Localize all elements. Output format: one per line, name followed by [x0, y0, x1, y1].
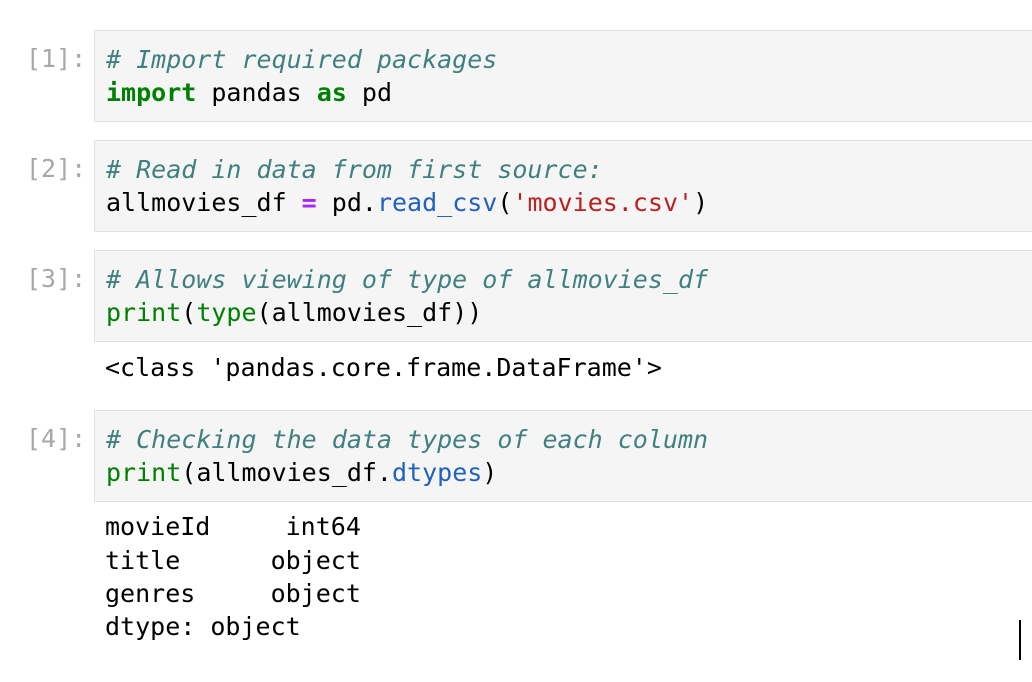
text-cursor	[1019, 620, 1021, 660]
code-line: allmovies_df = pd.read_csv('movies.csv')	[106, 186, 708, 219]
assign-operator: =	[301, 188, 317, 217]
cell-prompt: [3]:	[26, 264, 87, 293]
keyword-as: as	[316, 78, 347, 107]
builtin-print: print	[106, 458, 182, 487]
code-comment: # Checking the data types of each column	[106, 425, 709, 454]
paren-open: (	[497, 188, 513, 217]
code-comment: # Import required packages	[106, 45, 498, 74]
cell-prompt: [1]:	[26, 44, 87, 73]
notebook-cell-4[interactable]: [4]: # Checking the data types of each c…	[0, 410, 1032, 650]
call-argument: (allmovies_df.	[181, 458, 392, 487]
object-ref: pd.	[316, 188, 377, 217]
output-line: genres object	[105, 579, 361, 608]
code-line: # Read in data from first source:	[106, 153, 603, 186]
builtin-print: print	[106, 298, 182, 327]
notebook-cell-2[interactable]: [2]: # Read in data from first source: a…	[0, 140, 1032, 232]
output-line: title object	[105, 546, 361, 575]
code-comment: # Read in data from first source:	[106, 155, 603, 184]
variable-name: allmovies_df	[106, 188, 302, 217]
code-input-area[interactable]: # Allows viewing of type of allmovies_df…	[94, 250, 1032, 342]
paren-close: )	[693, 188, 709, 217]
notebook-cell-1[interactable]: [1]: # Import required packages import p…	[0, 30, 1032, 122]
method-name: read_csv	[376, 188, 498, 217]
code-line: print(allmovies_df.dtypes)	[106, 456, 497, 489]
code-input-area[interactable]: # Checking the data types of each column…	[94, 410, 1032, 502]
notebook-cell-3[interactable]: [3]: # Allows viewing of type of allmovi…	[0, 250, 1032, 390]
output-line: dtype: object	[105, 612, 301, 641]
code-line: print(type(allmovies_df))	[106, 296, 482, 329]
builtin-type: type	[196, 298, 257, 327]
module-alias: pd	[346, 78, 392, 107]
paren-close: )	[482, 458, 498, 487]
code-line: # Import required packages	[106, 43, 497, 76]
code-comment: # Allows viewing of type of allmovies_df	[106, 265, 709, 294]
string-literal: 'movies.csv'	[512, 188, 694, 217]
code-input-area[interactable]: # Read in data from first source: allmov…	[94, 140, 1032, 232]
cell-prompt: [4]:	[26, 424, 87, 453]
keyword-import: import	[106, 78, 197, 107]
attribute-name: dtypes	[391, 458, 483, 487]
call-argument: (allmovies_df))	[256, 298, 483, 327]
code-line: # Checking the data types of each column	[106, 423, 708, 456]
cell-prompt: [2]:	[26, 154, 87, 183]
module-name: pandas	[196, 78, 317, 107]
paren-open: (	[181, 298, 197, 327]
output-line: movieId int64	[105, 512, 361, 541]
cell-output: <class 'pandas.core.frame.DataFrame'>	[105, 353, 662, 382]
code-input-area[interactable]: # Import required packages import pandas…	[94, 30, 1032, 122]
code-line: # Allows viewing of type of allmovies_df	[106, 263, 708, 296]
code-line: import pandas as pd	[106, 76, 392, 109]
